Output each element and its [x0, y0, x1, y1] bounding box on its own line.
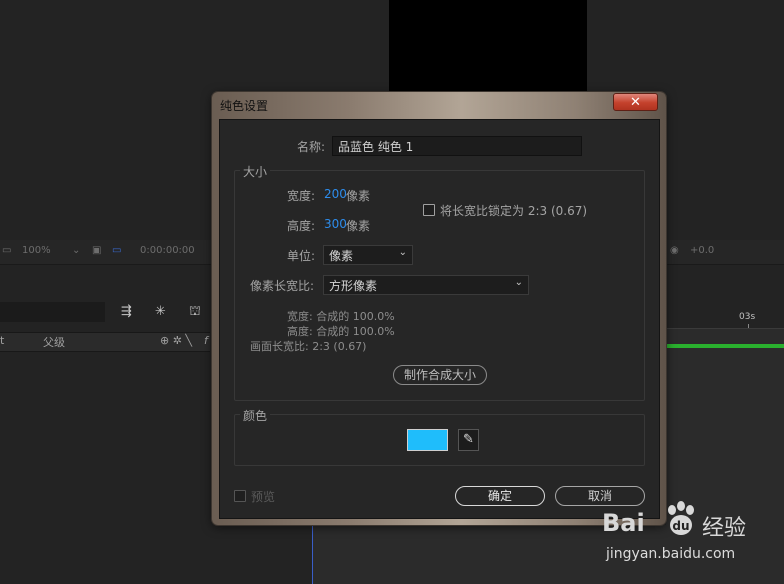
height-unit: 像素: [346, 219, 371, 233]
chevron-down-icon[interactable]: ⌄: [72, 245, 80, 256]
make-comp-size-button[interactable]: 制作合成大小: [393, 365, 487, 385]
chevron-down-icon: ⌄: [514, 277, 523, 288]
units-select[interactable]: 像素 ⌄: [323, 245, 413, 265]
time-ruler[interactable]: [666, 300, 784, 329]
column-header-source: t: [0, 334, 5, 347]
watermark-url: jingyan.baidu.com: [606, 546, 736, 562]
dialog-title: 纯色设置: [220, 99, 269, 113]
width-unit: 像素: [346, 189, 371, 203]
timecode-display[interactable]: 0:00:00:00: [140, 245, 195, 256]
units-select-value: 像素: [329, 249, 354, 263]
height-value[interactable]: 300: [324, 217, 347, 231]
height-label: 高度:: [287, 219, 316, 233]
zoom-select[interactable]: 100%: [22, 245, 51, 256]
region-icon[interactable]: ▭: [112, 245, 121, 256]
motion-blur-icon[interactable]: ⛫: [189, 304, 201, 321]
ruler-tick: [748, 324, 749, 328]
watermark-brand-right: 经验: [702, 516, 747, 541]
units-label: 单位:: [287, 249, 316, 263]
comp-width-info: 宽度: 合成的 100.0%: [287, 310, 395, 323]
composition-viewer: [389, 0, 587, 94]
column-header-fx[interactable]: f: [204, 334, 208, 347]
comp-height-info: 高度: 合成的 100.0%: [287, 325, 395, 338]
lock-aspect-label[interactable]: 将长宽比锁定为 2:3 (0.67): [440, 202, 587, 219]
color-swatch[interactable]: [407, 429, 448, 451]
cancel-button[interactable]: 取消: [555, 486, 645, 506]
eyedropper-icon[interactable]: ✎: [458, 429, 479, 451]
chevron-down-icon: ⌄: [398, 247, 407, 258]
paw-logo-icon: du: [668, 501, 694, 535]
monitor-icon[interactable]: ▭: [2, 245, 11, 256]
preview-checkbox[interactable]: [234, 490, 246, 502]
preview-label: 预览: [251, 490, 276, 504]
exposure-icon[interactable]: ◉: [670, 245, 679, 256]
exposure-value[interactable]: +0.0: [690, 245, 714, 256]
ok-button[interactable]: 确定: [455, 486, 545, 506]
watermark-brand-left: Bai: [602, 509, 645, 537]
frame-aspect-info: 画面长宽比: 2:3 (0.67): [250, 340, 367, 353]
layer-search-input[interactable]: [0, 302, 105, 322]
layer-duration-bar[interactable]: [666, 344, 784, 348]
switches-icon[interactable]: ⊕ ✲ ╲: [160, 334, 192, 347]
column-header-parent[interactable]: 父级: [43, 334, 65, 350]
width-value[interactable]: 200: [324, 187, 347, 201]
draft-3d-icon[interactable]: ✳: [155, 304, 166, 319]
flow-icon[interactable]: ⇶: [121, 304, 132, 319]
time-ruler-label: 03s: [739, 312, 756, 322]
pixel-aspect-select-value: 方形像素: [329, 279, 378, 293]
lock-aspect-checkbox[interactable]: [423, 204, 435, 216]
color-group-title: 颜色: [240, 407, 271, 424]
pixel-aspect-label: 像素长宽比:: [250, 279, 315, 293]
snapshot-icon[interactable]: ▣: [92, 245, 101, 256]
name-label: 名称:: [297, 140, 326, 154]
close-button[interactable]: ✕: [613, 93, 658, 111]
pixel-aspect-select[interactable]: 方形像素 ⌄: [323, 275, 529, 295]
width-label: 宽度:: [287, 189, 316, 203]
svg-text:du: du: [672, 519, 689, 533]
size-group-title: 大小: [240, 163, 271, 180]
current-time-indicator[interactable]: [312, 525, 313, 584]
name-input[interactable]: 品蓝色 纯色 1: [332, 136, 582, 156]
